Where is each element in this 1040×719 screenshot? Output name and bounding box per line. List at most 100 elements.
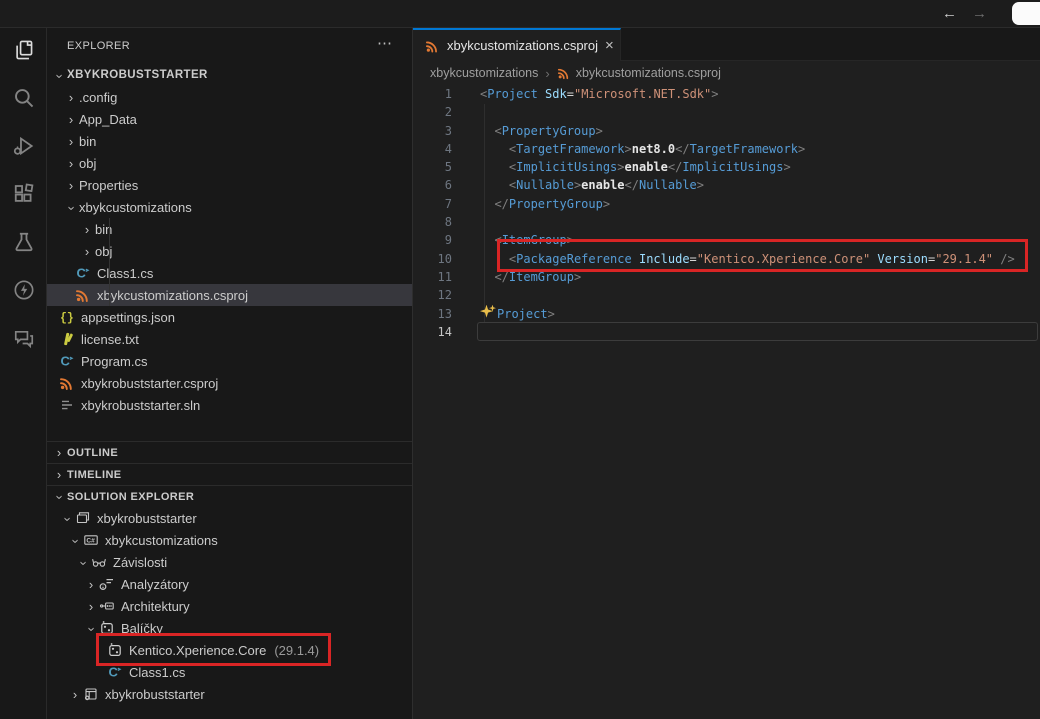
- lightning-icon: [13, 279, 35, 306]
- section-outline[interactable]: › OUTLINE: [47, 441, 412, 463]
- solution-item-architektury[interactable]: ›Architektury: [47, 595, 412, 617]
- solution-explorer-tree: ›xbykrobuststarter›C#xbykcustomizations›…: [47, 507, 412, 705]
- explorer-item-xbykcustomizations[interactable]: ›xbykcustomizations: [47, 196, 412, 218]
- code-line-13: 13Project>: [413, 305, 1040, 323]
- explorer-item-appsettings-json[interactable]: {} appsettings.json: [47, 306, 412, 328]
- activity-search-button[interactable]: [0, 76, 47, 124]
- annotation-box-editor: [497, 239, 1028, 272]
- nav-forward-button[interactable]: →: [972, 3, 987, 25]
- solution-item-xbykcustomizations[interactable]: ›C#xbykcustomizations: [47, 529, 412, 551]
- chevron-down-icon: ›: [68, 533, 83, 549]
- explorer-item-xbykrobuststarter-sln[interactable]: xbykrobuststarter.sln: [47, 394, 412, 416]
- tree-item-label: Class1.cs: [129, 665, 185, 680]
- line-number: 7: [413, 195, 452, 213]
- explorer-item-app-data[interactable]: ›App_Data: [47, 108, 412, 130]
- activity-explorer-button[interactable]: [0, 28, 47, 76]
- csharp-icon: C: [59, 353, 75, 369]
- svg-text:C: C: [109, 665, 119, 680]
- explorer-item-class1-cs[interactable]: CClass1.cs: [47, 262, 412, 284]
- vscode-window: ← → EXPLORER ⋯ ›XBYKROBUSTSTARTER›.confi…: [0, 0, 1040, 719]
- chevron-right-icon: ›: [63, 156, 79, 171]
- tab-label: xbykcustomizations.csproj: [447, 38, 598, 53]
- explorer-item-obj[interactable]: ›obj: [47, 240, 412, 262]
- line-number: 10: [413, 250, 452, 268]
- indent-guide: [484, 104, 485, 323]
- tree-item-label: Architektury: [121, 599, 190, 614]
- solution-item-analyz-tory[interactable]: ›Analyzátory: [47, 573, 412, 595]
- activity-thunder-button[interactable]: [0, 268, 47, 316]
- chevron-right-icon: ›: [63, 112, 79, 127]
- activity-chat-button[interactable]: [0, 316, 47, 364]
- current-line-highlight: [477, 322, 1038, 341]
- tree-item-label: XBYKROBUSTSTARTER: [67, 69, 208, 81]
- chevron-right-icon: ›: [63, 178, 79, 193]
- explorer-item-bin[interactable]: ›bin: [47, 218, 412, 240]
- json-icon: {}: [59, 309, 75, 325]
- code-editor[interactable]: 1<Project Sdk="Microsoft.NET.Sdk">23 <Pr…: [413, 85, 1040, 719]
- explorer-item-xbykcustomizations-csproj[interactable]: xbykcustomizations.csproj: [47, 284, 412, 306]
- analyzers-icon: [99, 576, 115, 592]
- files-icon: [13, 39, 35, 66]
- tab-bar: xbykcustomizations.csproj ×: [413, 28, 1040, 61]
- section-timeline[interactable]: › TIMELINE: [47, 463, 412, 485]
- chevron-right-icon: ›: [51, 467, 67, 482]
- project-icon: [83, 686, 99, 702]
- license-icon: [59, 331, 75, 347]
- tree-item-label: xbykrobuststarter: [97, 511, 197, 526]
- code-line-8: 8: [413, 213, 1040, 231]
- solution-item-z-vislosti[interactable]: ›Závislosti: [47, 551, 412, 573]
- tree-item-label: xbykcustomizations: [79, 200, 192, 215]
- csharp-icon: C: [107, 664, 123, 680]
- close-icon[interactable]: ×: [605, 37, 614, 54]
- chevron-right-icon: ›: [51, 445, 67, 460]
- chevron-down-icon: ›: [60, 511, 75, 527]
- solution-item-xbykrobuststarter[interactable]: › xbykrobuststarter: [47, 507, 412, 529]
- explorer-item-obj[interactable]: ›obj: [47, 152, 412, 174]
- tree-item-label: obj: [79, 156, 96, 171]
- tree-item-label: Závislosti: [113, 555, 167, 570]
- tab-xbykcustomizations-csproj[interactable]: xbykcustomizations.csproj ×: [413, 28, 621, 61]
- copilot-sparkle-icon: [480, 305, 493, 318]
- explorer-item-config[interactable]: ›.config: [47, 86, 412, 108]
- activity-testing-button[interactable]: [0, 220, 47, 268]
- explorer-item-xbykrobuststarter[interactable]: ›XBYKROBUSTSTARTER: [47, 64, 412, 86]
- csharp-project-icon: C#: [83, 532, 99, 548]
- breadcrumb: xbykcustomizations › xbykcustomizations.…: [413, 61, 1040, 85]
- explorer-item-license-txt[interactable]: license.txt: [47, 328, 412, 350]
- explorer-item-xbykrobuststarter-csproj[interactable]: xbykrobuststarter.csproj: [47, 372, 412, 394]
- code-lines: 1<Project Sdk="Microsoft.NET.Sdk">23 <Pr…: [413, 85, 1040, 341]
- csharp-icon: C: [75, 265, 91, 281]
- title-bar: ← →: [0, 0, 1040, 28]
- floating-widget: [1012, 2, 1040, 25]
- chevron-down-icon: ›: [52, 489, 67, 505]
- svg-text:C: C: [61, 354, 71, 369]
- tree-item-label: Analyzátory: [121, 577, 189, 592]
- sln-icon: [59, 397, 75, 413]
- chevron-right-icon: ›: [63, 134, 79, 149]
- activity-run-debug-button[interactable]: [0, 124, 47, 172]
- more-actions-button[interactable]: ⋯: [377, 34, 392, 52]
- nav-back-button[interactable]: ←: [942, 3, 957, 25]
- chevron-right-icon: ›: [79, 222, 95, 237]
- activity-extensions-button[interactable]: [0, 172, 47, 220]
- explorer-item-properties[interactable]: ›Properties: [47, 174, 412, 196]
- solution-item-xbykrobuststarter[interactable]: ›xbykrobuststarter: [47, 683, 412, 705]
- section-solution-explorer[interactable]: › SOLUTION EXPLORER: [47, 485, 412, 507]
- comments-icon: [13, 327, 35, 354]
- tree-item-label: appsettings.json: [81, 310, 175, 325]
- tree-item-label: xbykrobuststarter.csproj: [81, 376, 218, 391]
- svg-text:{}: {}: [60, 312, 74, 325]
- explorer-item-bin[interactable]: ›bin: [47, 130, 412, 152]
- code-line-5: 5 <ImplicitUsings>enable</ImplicitUsings…: [413, 158, 1040, 176]
- csproj-icon: [425, 38, 440, 53]
- activity-bar: [0, 28, 47, 719]
- breadcrumb-file[interactable]: xbykcustomizations.csproj: [576, 66, 721, 80]
- indent-guide: [109, 218, 110, 306]
- explorer-item-program-cs[interactable]: CProgram.cs: [47, 350, 412, 372]
- code-line-12: 12: [413, 286, 1040, 304]
- line-number: 12: [413, 286, 452, 304]
- tree-item-label: App_Data: [79, 112, 137, 127]
- code-line-2: 2: [413, 103, 1040, 121]
- breadcrumb-folder[interactable]: xbykcustomizations: [430, 66, 538, 80]
- tree-item-label: license.txt: [81, 332, 139, 347]
